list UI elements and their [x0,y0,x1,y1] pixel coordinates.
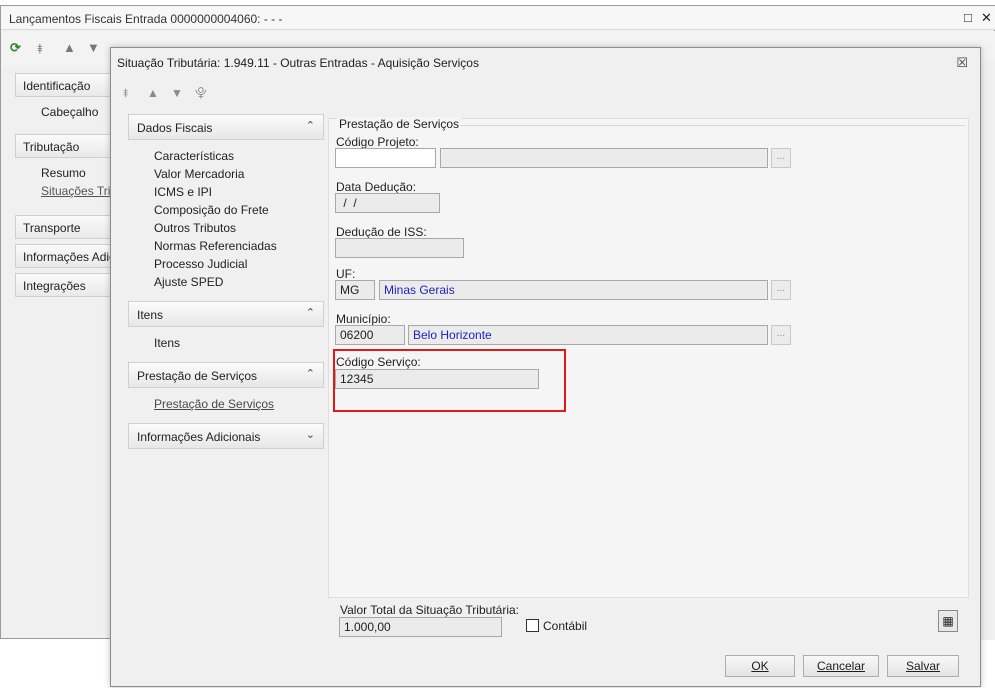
section-informacoes-adicionais[interactable]: Informações Adicionais ⌄ [128,423,324,449]
save-button[interactable]: Salvar [887,655,959,677]
chevron-up-icon[interactable]: ⌃ [306,367,315,380]
valor-total-label: Valor Total da Situação Tributária: [340,603,519,617]
dialog-title: Situação Tributária: 1.949.11 - Outras E… [117,56,479,70]
deducao-iss-input[interactable] [335,238,464,258]
first-record-icon[interactable]: ⯒ [37,40,43,62]
municipio-lookup-button[interactable]: ... [771,325,791,345]
nav-group-tributacao[interactable]: Tributação [15,134,125,158]
dialog-sections-panel: Dados Fiscais ⌃ Características Valor Me… [128,114,326,654]
municipio-description: Belo Horizonte [408,325,768,345]
background-title-bar: Lançamentos Fiscais Entrada 000000000406… [1,6,995,30]
municipio-code-input[interactable]: 06200 [335,325,405,345]
section-item[interactable]: Características [154,149,234,163]
chevron-up-icon[interactable]: ⌃ [306,119,315,132]
uf-label: UF: [336,267,356,281]
section-item[interactable]: Itens [154,336,180,350]
codigo-projeto-description [440,148,768,168]
uf-lookup-button[interactable]: ... [771,280,791,300]
data-deducao-label: Data Dedução: [336,180,417,194]
section-item[interactable]: ICMS e IPI [154,185,212,199]
cancel-button[interactable]: Cancelar [803,655,879,677]
highlight-box [333,349,566,412]
chevron-up-icon[interactable]: ⌃ [306,306,315,319]
calculator-icon[interactable]: ▦ [938,610,958,632]
last-record-icon[interactable]: ⯓ [195,84,219,105]
section-dados-fiscais[interactable]: Dados Fiscais ⌃ [128,114,324,140]
codigo-projeto-label: Código Projeto: [336,135,419,149]
nav-item-resumo[interactable]: Resumo [41,166,86,180]
section-itens[interactable]: Itens ⌃ [128,301,324,327]
first-record-icon[interactable]: ⯒ [123,84,147,105]
nav-group-integracoes[interactable]: Integrações [15,273,125,297]
section-item-active[interactable]: Prestação de Serviços [154,397,274,411]
chevron-down-icon[interactable]: ⌄ [306,428,315,441]
nav-group-transporte[interactable]: Transporte [15,215,125,239]
dialog-close-icon[interactable]: ☒ [956,55,968,71]
group-title: Prestação de Serviços [337,117,462,131]
nav-group-identificacao[interactable]: Identificação [15,73,125,97]
situacao-tributaria-dialog: Situação Tributária: 1.949.11 - Outras E… [110,47,981,687]
ok-button[interactable]: OK [725,655,795,677]
valor-total-input[interactable]: 1.000,00 [339,617,502,637]
codigo-projeto-lookup-button[interactable]: ... [771,148,791,168]
previous-record-icon[interactable]: ▲ [147,86,171,100]
data-deducao-input[interactable]: / / [335,193,440,213]
section-item[interactable]: Composição do Frete [154,203,269,217]
record-nav: ⯒ ▲ ▼ ⯓ [123,84,219,105]
maximize-icon[interactable]: □ [964,10,972,25]
next-record-icon[interactable]: ▼ [87,40,100,55]
uf-description: Minas Gerais [379,280,768,300]
group-divider [453,125,965,126]
contabil-label: Contábil [543,619,588,633]
close-icon[interactable]: ✕ [981,10,992,26]
background-nav: Identificação Cabeçalho Tributação Resum… [15,73,125,633]
uf-code-input[interactable]: MG [335,280,375,300]
next-record-icon[interactable]: ▼ [171,86,195,100]
municipio-label: Município: [336,312,391,326]
previous-record-icon[interactable]: ▲ [63,40,76,55]
section-item[interactable]: Ajuste SPED [154,275,223,289]
section-item[interactable]: Outros Tributos [154,221,236,235]
contabil-checkbox[interactable] [526,619,539,632]
background-window-title: Lançamentos Fiscais Entrada 000000000406… [9,12,283,26]
dialog-footer: Valor Total da Situação Tributária: 1.00… [328,600,969,688]
section-item[interactable]: Valor Mercadoria [154,167,244,181]
section-prestacao-servicos[interactable]: Prestação de Serviços ⌃ [128,362,324,388]
deducao-iss-label: Dedução de ISS: [336,225,427,239]
section-item[interactable]: Processo Judicial [154,257,247,271]
codigo-projeto-input[interactable] [335,148,436,168]
refresh-icon[interactable]: ⟳ [10,40,21,56]
section-item[interactable]: Normas Referenciadas [154,239,277,253]
nav-item-cabecalho[interactable]: Cabeçalho [41,105,98,119]
nav-group-informacoes[interactable]: Informações Adicio [15,244,125,268]
